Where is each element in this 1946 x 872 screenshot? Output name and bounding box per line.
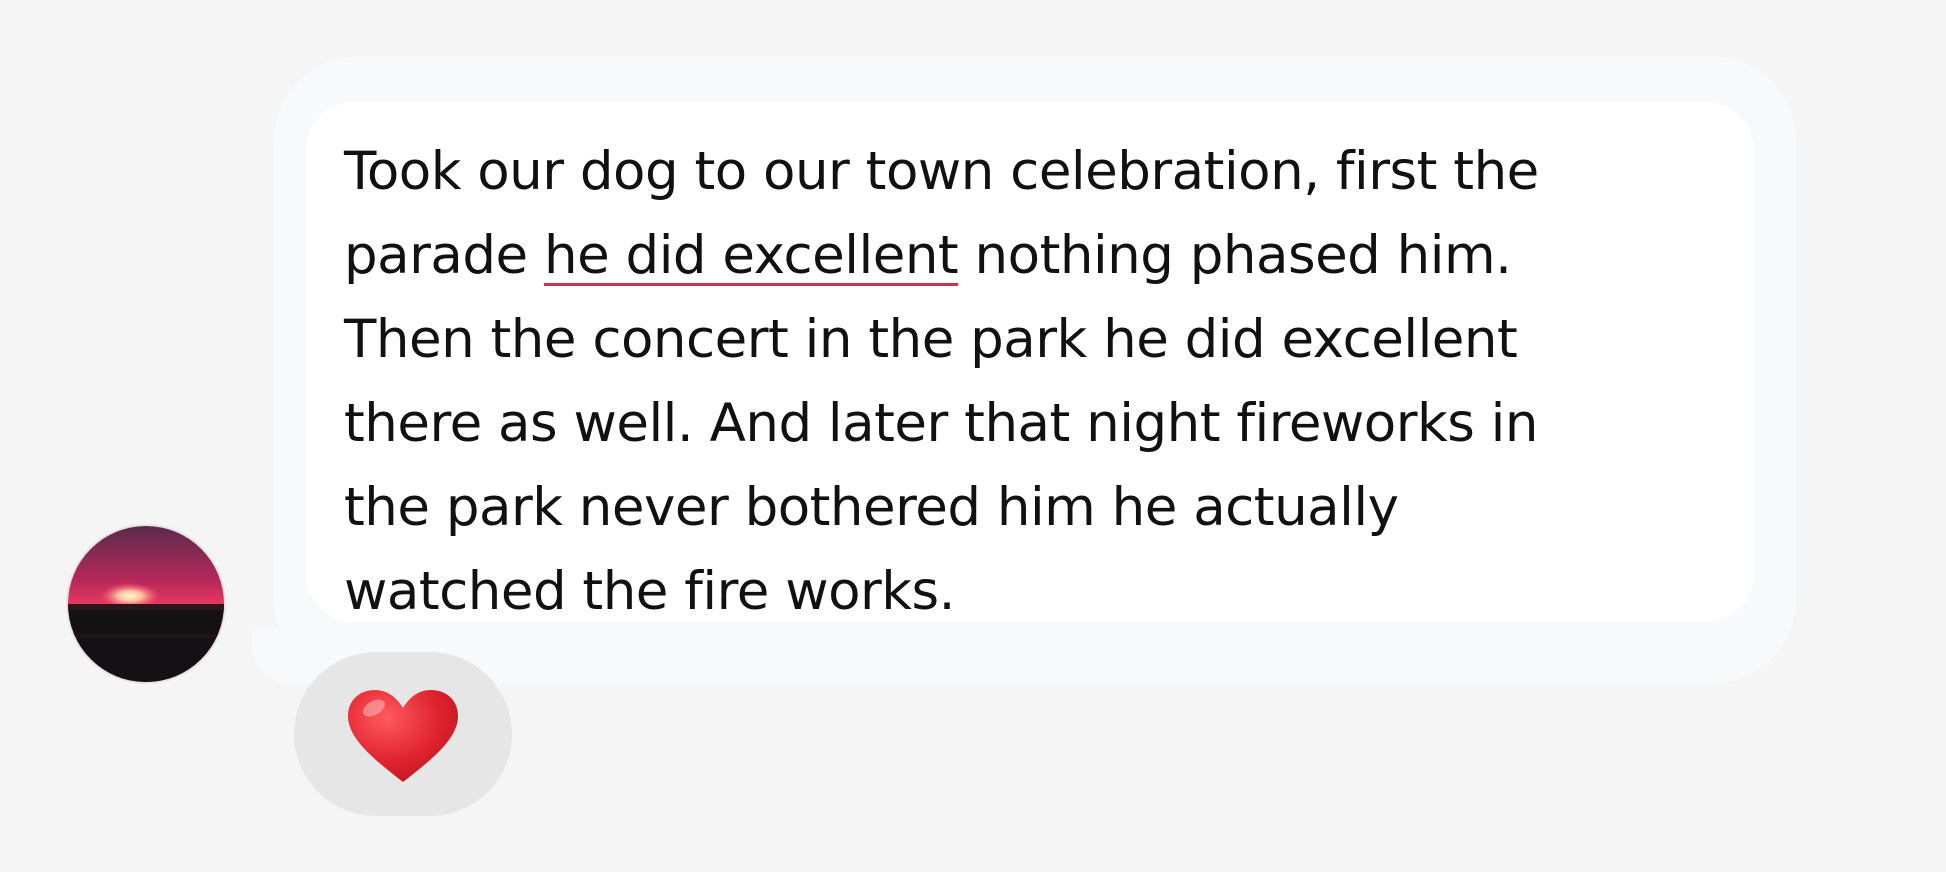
red-heart-icon: [348, 690, 458, 782]
message-line-5: the park never bothered him he actually: [344, 477, 1399, 538]
message-text: Took our dog to our town celebration, fi…: [344, 130, 1724, 634]
message-line-2-end: nothing phased him.: [958, 225, 1512, 286]
message-line-6: watched the fire works.: [344, 561, 955, 622]
message-line-1: Took our dog to our town celebration, fi…: [344, 141, 1539, 202]
avatar[interactable]: [68, 526, 224, 682]
reaction-badge[interactable]: [294, 652, 512, 816]
spellcheck-underlined-phrase[interactable]: he did excellent: [544, 225, 959, 286]
message-line-2-start: parade: [344, 225, 544, 286]
message-bubble-tail: [252, 628, 316, 684]
message-line-3: Then the concert in the park he did exce…: [344, 309, 1518, 370]
message-line-2: parade he did excellent nothing phased h…: [344, 214, 1724, 298]
sunset-avatar-icon: [68, 526, 224, 682]
message-line-4: there as well. And later that night fire…: [344, 393, 1538, 454]
